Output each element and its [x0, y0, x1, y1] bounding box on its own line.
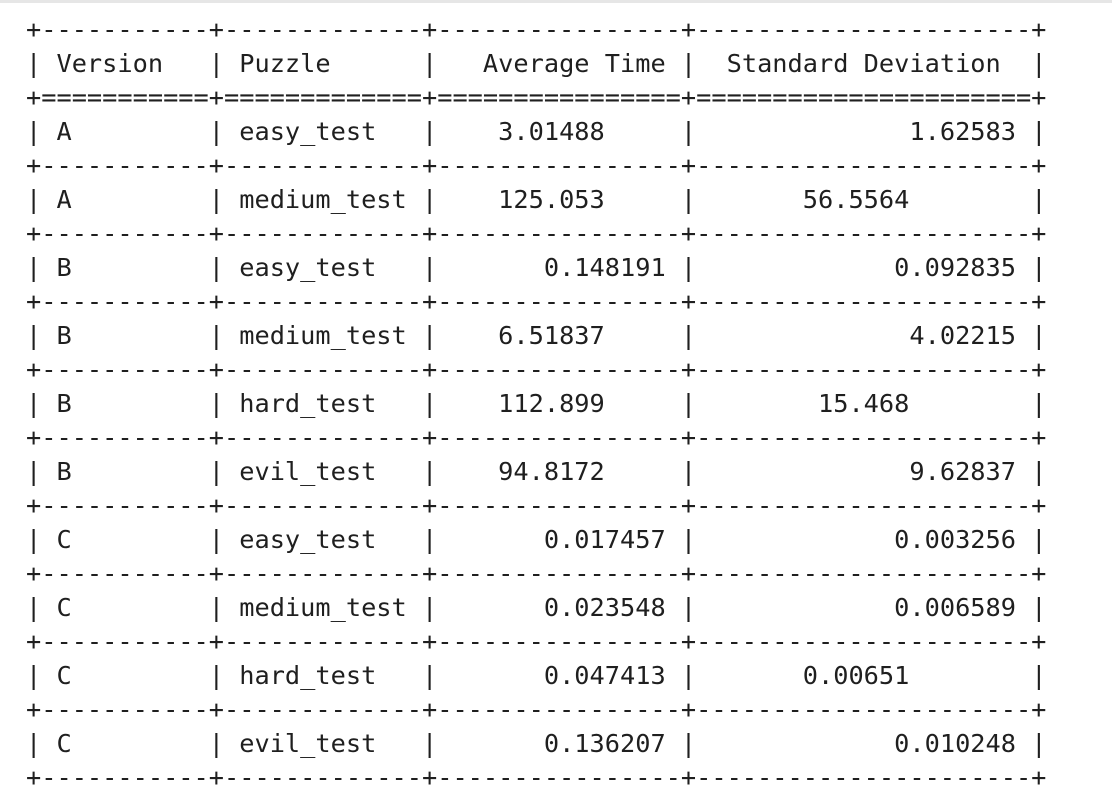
ascii-results-table: +-----------+-------------+-------------…: [26, 13, 1046, 795]
table-cell: evil_test: [224, 457, 422, 486]
table-cell: 0.010248: [696, 729, 1032, 758]
table-cell: hard_test: [224, 389, 422, 418]
table-cell: 0.003256: [696, 525, 1032, 554]
table-row: | C | hard_test | 0.047413 | 0.00651 |: [26, 661, 1047, 690]
table-cell: evil_test: [224, 729, 422, 758]
table-cell: B: [41, 457, 209, 486]
table-border: +-----------+-------------+-------------…: [26, 423, 1047, 452]
table-border: +-----------+-------------+-------------…: [26, 151, 1047, 180]
table-cell: 0.148191: [437, 253, 681, 282]
table-cell: hard_test: [224, 661, 422, 690]
table-cell: 0.136207: [437, 729, 681, 758]
table-cell: 112.899: [437, 389, 681, 418]
table-row: | A | medium_test | 125.053 | 56.5564 |: [26, 185, 1047, 214]
table-cell: easy_test: [224, 117, 422, 146]
table-cell: A: [41, 117, 209, 146]
table-cell: B: [41, 389, 209, 418]
table-border: +-----------+-------------+-------------…: [26, 355, 1047, 384]
table-border: +-----------+-------------+-------------…: [26, 491, 1047, 520]
table-cell: 0.047413: [437, 661, 681, 690]
table-cell: 0.00651: [696, 661, 1032, 690]
table-cell: B: [41, 321, 209, 350]
table-cell: B: [41, 253, 209, 282]
table-cell: medium_test: [224, 185, 422, 214]
table-row: | A | easy_test | 3.01488 | 1.62583 |: [26, 117, 1047, 146]
table-border: +-----------+-------------+-------------…: [26, 15, 1047, 44]
table-border: +-----------+-------------+-------------…: [26, 695, 1047, 724]
table-header-row: | Version | Puzzle | Average Time | Stan…: [26, 49, 1047, 78]
table-cell: 125.053: [437, 185, 681, 214]
table-border: +-----------+-------------+-------------…: [26, 287, 1047, 316]
table-cell: 6.51837: [437, 321, 681, 350]
header-cell: Version: [41, 49, 209, 78]
header-separator: +===========+=============+=============…: [26, 83, 1047, 112]
table-cell: 0.092835: [696, 253, 1032, 282]
table-row: | C | medium_test | 0.023548 | 0.006589 …: [26, 593, 1047, 622]
top-border: [0, 0, 1112, 3]
table-cell: 0.017457: [437, 525, 681, 554]
table-row: | B | evil_test | 94.8172 | 9.62837 |: [26, 457, 1047, 486]
table-cell: C: [41, 525, 209, 554]
table-cell: medium_test: [224, 593, 422, 622]
table-border: +-----------+-------------+-------------…: [26, 763, 1047, 792]
table-cell: easy_test: [224, 525, 422, 554]
header-cell: Average Time: [437, 49, 681, 78]
table-cell: 0.023548: [437, 593, 681, 622]
header-cell: Puzzle: [224, 49, 422, 78]
header-cell: Standard Deviation: [696, 49, 1032, 78]
table-cell: C: [41, 661, 209, 690]
table-row: | B | hard_test | 112.899 | 15.468 |: [26, 389, 1047, 418]
table-cell: A: [41, 185, 209, 214]
table-row: | B | medium_test | 6.51837 | 4.02215 |: [26, 321, 1047, 350]
table-row: | B | easy_test | 0.148191 | 0.092835 |: [26, 253, 1047, 282]
table-row: | C | easy_test | 0.017457 | 0.003256 |: [26, 525, 1047, 554]
table-cell: 94.8172: [437, 457, 681, 486]
table-cell: 56.5564: [696, 185, 1032, 214]
table-cell: 15.468: [696, 389, 1032, 418]
table-cell: 3.01488: [437, 117, 681, 146]
table-cell: C: [41, 729, 209, 758]
table-cell: C: [41, 593, 209, 622]
table-border: +-----------+-------------+-------------…: [26, 219, 1047, 248]
table-cell: 9.62837: [696, 457, 1032, 486]
table-border: +-----------+-------------+-------------…: [26, 627, 1047, 656]
table-cell: medium_test: [224, 321, 422, 350]
table-cell: 4.02215: [696, 321, 1032, 350]
table-cell: 0.006589: [696, 593, 1032, 622]
table-cell: easy_test: [224, 253, 422, 282]
table-border: +-----------+-------------+-------------…: [26, 559, 1047, 588]
table-cell: 1.62583: [696, 117, 1032, 146]
table-row: | C | evil_test | 0.136207 | 0.010248 |: [26, 729, 1047, 758]
